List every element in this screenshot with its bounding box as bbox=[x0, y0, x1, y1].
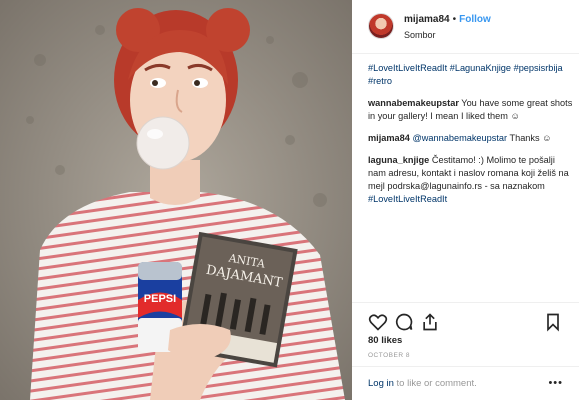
comment-item: mijama84 @wannabemakeupstar Thanks ☺ bbox=[368, 132, 573, 145]
login-link[interactable]: Log in bbox=[368, 378, 394, 389]
post-panel: mijama84 • Follow Sombor #LoveItLiveItRead… bbox=[352, 0, 579, 400]
comment-item: wannabemakeupstar You have some great sh… bbox=[368, 97, 573, 123]
comments-list: #LoveItLiveItReadIt #LagunaKnjige #pepsi… bbox=[368, 62, 573, 215]
username-link[interactable]: mijama84 bbox=[404, 14, 450, 25]
heart-icon[interactable] bbox=[368, 312, 388, 332]
comment-username[interactable]: laguna_knjige bbox=[368, 155, 429, 165]
more-options-icon[interactable]: ••• bbox=[548, 377, 563, 389]
login-prompt: Log in to like or comment. bbox=[368, 378, 477, 389]
separator-dot: • bbox=[452, 14, 457, 25]
follow-button[interactable]: Follow bbox=[459, 14, 491, 25]
comment-icon[interactable] bbox=[394, 312, 414, 332]
comment-hashtag[interactable]: #LoveItLiveItReadIt bbox=[368, 194, 447, 204]
comment-username[interactable]: mijama84 bbox=[368, 133, 410, 143]
caption: #LoveItLiveItReadIt #LagunaKnjige #pepsi… bbox=[368, 62, 573, 88]
comment-username[interactable]: wannabemakeupstar bbox=[368, 98, 459, 108]
user-line: mijama84 • Follow bbox=[404, 14, 491, 25]
login-footer: Log in to like or comment. ••• bbox=[352, 366, 579, 400]
post-date: OCTOBER 8 bbox=[368, 352, 410, 359]
post-photo[interactable]: PEPSI ANITA DAJAMANT bbox=[0, 0, 352, 400]
post-header: mijama84 • Follow Sombor bbox=[352, 0, 579, 54]
svg-text:PEPSI: PEPSI bbox=[144, 293, 176, 305]
avatar[interactable] bbox=[368, 13, 394, 39]
login-suffix: to like or comment. bbox=[396, 378, 477, 389]
location-link[interactable]: Sombor bbox=[404, 30, 436, 40]
comment-mention[interactable]: @wannabemakeupstar bbox=[412, 133, 507, 143]
caption-hashtags[interactable]: #LoveItLiveItReadIt #LagunaKnjige #pepsi… bbox=[368, 63, 563, 86]
comment-text: Thanks ☺ bbox=[509, 133, 552, 143]
likes-count[interactable]: 80 likes bbox=[368, 335, 402, 346]
bookmark-icon[interactable] bbox=[543, 312, 563, 332]
comment-item: laguna_knjige Čestitamo! :) Molimo te po… bbox=[368, 154, 573, 206]
share-icon[interactable] bbox=[420, 312, 440, 332]
photo-illustration: PEPSI ANITA DAJAMANT bbox=[0, 0, 352, 400]
